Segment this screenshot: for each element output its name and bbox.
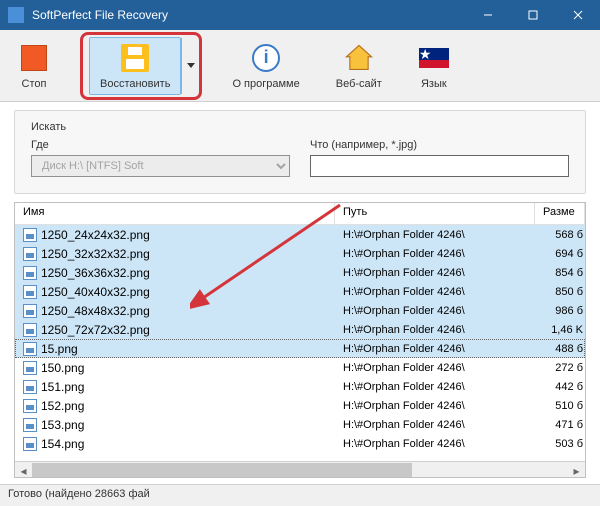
file-path: H:\#Orphan Folder 4246\ — [335, 419, 535, 431]
search-panel: Искать Где Диск H:\ [NTFS] Soft Что (нап… — [14, 110, 586, 194]
window-title: SoftPerfect File Recovery — [32, 8, 465, 22]
where-label: Где — [31, 139, 290, 151]
scroll-right-arrow[interactable]: ▸ — [568, 462, 585, 478]
stop-icon — [18, 42, 50, 74]
column-name[interactable]: Имя — [15, 203, 335, 224]
about-button[interactable]: i О программе — [226, 38, 305, 94]
search-section-label: Искать — [31, 121, 569, 133]
maximize-button[interactable] — [510, 0, 555, 30]
floppy-icon — [119, 42, 151, 74]
table-row[interactable]: 152.png H:\#Orphan Folder 4246\510 б — [15, 396, 585, 415]
file-icon — [23, 323, 37, 337]
table-row[interactable]: 1250_24x24x32.png H:\#Orphan Folder 4246\… — [15, 225, 585, 244]
column-size[interactable]: Разме — [535, 203, 585, 224]
stop-button[interactable]: Стоп — [12, 38, 56, 94]
file-name: 1250_24x24x32.png — [41, 228, 150, 242]
file-icon — [23, 380, 37, 394]
scroll-thumb[interactable] — [32, 463, 412, 478]
file-size: 272 б — [535, 362, 585, 374]
file-name: 151.png — [41, 380, 84, 394]
table-row[interactable]: 1250_48x48x32.png H:\#Orphan Folder 4246\… — [15, 301, 585, 320]
file-name: 153.png — [41, 418, 84, 432]
table-row[interactable]: 1250_40x40x32.png H:\#Orphan Folder 4246\… — [15, 282, 585, 301]
file-icon — [23, 228, 37, 242]
file-size: 854 б — [535, 267, 585, 279]
file-size: 442 б — [535, 381, 585, 393]
horizontal-scrollbar[interactable]: ◂ ▸ — [15, 461, 585, 478]
file-icon — [23, 285, 37, 299]
chevron-down-icon — [187, 63, 195, 68]
file-name: 1250_32x32x32.png — [41, 247, 150, 261]
file-path: H:\#Orphan Folder 4246\ — [335, 248, 535, 260]
file-path: H:\#Orphan Folder 4246\ — [335, 400, 535, 412]
language-button[interactable]: Язык — [412, 38, 456, 94]
file-path: H:\#Orphan Folder 4246\ — [335, 343, 535, 355]
file-name: 15.png — [41, 342, 78, 356]
restore-button[interactable]: Восстановить — [89, 37, 181, 95]
file-name: 1250_72x72x32.png — [41, 323, 150, 337]
file-size: 850 б — [535, 286, 585, 298]
file-path: H:\#Orphan Folder 4246\ — [335, 305, 535, 317]
file-size: 503 б — [535, 438, 585, 450]
toolbar: Стоп Восстановить i О программе Веб-сайт… — [0, 30, 600, 102]
where-select[interactable]: Диск H:\ [NTFS] Soft — [31, 155, 290, 177]
file-icon — [23, 266, 37, 280]
file-size: 1,46 K — [535, 324, 585, 336]
info-icon: i — [250, 42, 282, 74]
close-button[interactable] — [555, 0, 600, 30]
file-icon — [23, 437, 37, 451]
file-name: 154.png — [41, 437, 84, 451]
file-size: 568 б — [535, 229, 585, 241]
table-row[interactable]: 1250_32x32x32.png H:\#Orphan Folder 4246\… — [15, 244, 585, 263]
table-row[interactable]: 150.png H:\#Orphan Folder 4246\272 б — [15, 358, 585, 377]
list-header: Имя Путь Разме — [15, 203, 585, 225]
file-path: H:\#Orphan Folder 4246\ — [335, 362, 535, 374]
file-icon — [23, 418, 37, 432]
file-path: H:\#Orphan Folder 4246\ — [335, 229, 535, 241]
flag-icon — [418, 42, 450, 74]
what-input[interactable] — [310, 155, 569, 177]
minimize-button[interactable] — [465, 0, 510, 30]
restore-dropdown-button[interactable] — [181, 38, 199, 94]
file-path: H:\#Orphan Folder 4246\ — [335, 267, 535, 279]
file-icon — [23, 361, 37, 375]
file-name: 152.png — [41, 399, 84, 413]
table-row[interactable]: 15.png H:\#Orphan Folder 4246\488 б — [15, 339, 585, 358]
table-row[interactable]: 1250_36x36x32.png H:\#Orphan Folder 4246\… — [15, 263, 585, 282]
file-icon — [23, 247, 37, 261]
app-icon — [8, 7, 24, 23]
file-icon — [23, 399, 37, 413]
file-name: 150.png — [41, 361, 84, 375]
file-size: 986 б — [535, 305, 585, 317]
file-list: Имя Путь Разме 1250_24x24x32.png H:\#Orph… — [14, 202, 586, 478]
file-name: 1250_40x40x32.png — [41, 285, 150, 299]
file-name: 1250_36x36x32.png — [41, 266, 150, 280]
table-row[interactable]: 1250_72x72x32.png H:\#Orphan Folder 4246\… — [15, 320, 585, 339]
file-path: H:\#Orphan Folder 4246\ — [335, 438, 535, 450]
titlebar: SoftPerfect File Recovery — [0, 0, 600, 30]
what-label: Что (например, *.jpg) — [310, 139, 569, 151]
table-row[interactable]: 153.png H:\#Orphan Folder 4246\471 б — [15, 415, 585, 434]
file-size: 694 б — [535, 248, 585, 260]
file-size: 488 б — [535, 343, 585, 355]
home-icon — [343, 42, 375, 74]
column-path[interactable]: Путь — [335, 203, 535, 224]
file-name: 1250_48x48x32.png — [41, 304, 150, 318]
table-row[interactable]: 154.png H:\#Orphan Folder 4246\503 б — [15, 434, 585, 453]
file-size: 510 б — [535, 400, 585, 412]
file-path: H:\#Orphan Folder 4246\ — [335, 324, 535, 336]
restore-button-highlight: Восстановить — [80, 32, 202, 100]
file-icon — [23, 342, 37, 356]
table-row[interactable]: 151.png H:\#Orphan Folder 4246\442 б — [15, 377, 585, 396]
website-button[interactable]: Веб-сайт — [330, 38, 388, 94]
file-icon — [23, 304, 37, 318]
scroll-left-arrow[interactable]: ◂ — [15, 462, 32, 478]
file-path: H:\#Orphan Folder 4246\ — [335, 286, 535, 298]
statusbar: Готово (найдено 28663 фай — [0, 484, 600, 506]
file-path: H:\#Orphan Folder 4246\ — [335, 381, 535, 393]
file-size: 471 б — [535, 419, 585, 431]
list-body[interactable]: 1250_24x24x32.png H:\#Orphan Folder 4246\… — [15, 225, 585, 461]
